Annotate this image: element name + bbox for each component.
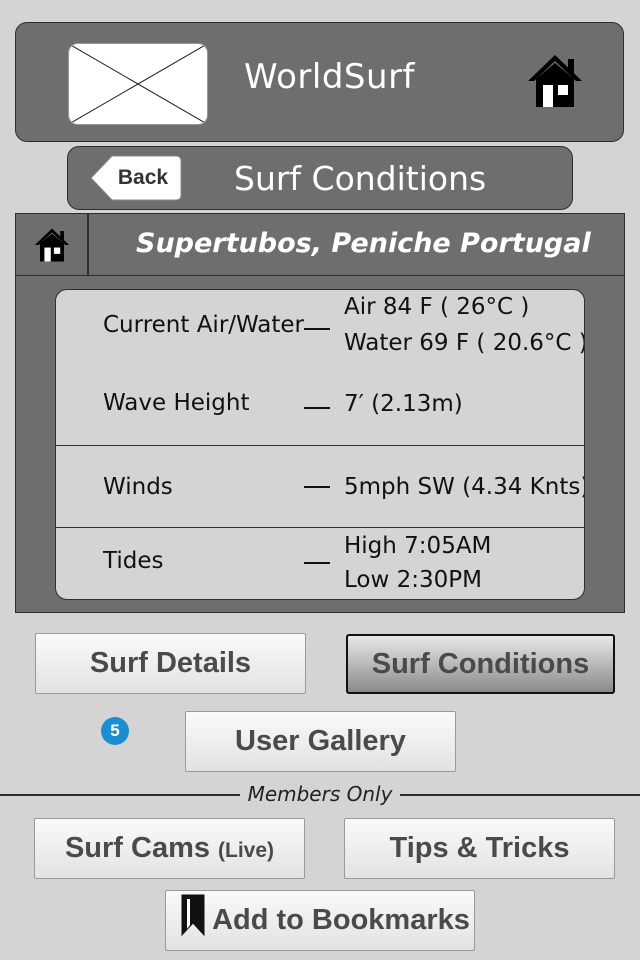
members-only-label: Members Only: [247, 782, 393, 806]
wave-height-label: Wave Height: [103, 390, 250, 416]
tips-tricks-button[interactable]: Tips & Tricks: [344, 818, 615, 879]
page-title: Surf Conditions: [234, 159, 487, 198]
surf-cams-label: Surf Cams: [64, 832, 211, 864]
tides-label: Tides: [103, 548, 164, 574]
dash-divider: [304, 486, 330, 488]
winds-value: 5mph SW (4.34 Knts): [344, 474, 585, 500]
location-panel: Supertubos, Peniche Portugal Current Air…: [15, 213, 625, 613]
surf-conditions-button[interactable]: Surf Conditions: [346, 634, 615, 694]
dash-divider: [304, 562, 330, 564]
winds-label: Winds: [103, 474, 173, 500]
dash-divider: [304, 407, 330, 409]
surf-details-button[interactable]: Surf Details: [35, 633, 306, 694]
user-gallery-button[interactable]: User Gallery: [185, 711, 456, 772]
members-divider-left: [0, 794, 240, 796]
section-header: Back Surf Conditions: [67, 146, 573, 210]
app-title: WorldSurf: [244, 57, 416, 97]
tide-low-value: Low 2:30PM: [344, 567, 482, 593]
air-water-label: Current Air/Water: [103, 312, 305, 338]
add-bookmarks-button[interactable]: Add to Bookmarks: [165, 890, 475, 951]
winds-section: Winds 5mph SW (4.34 Knts): [56, 446, 584, 528]
surf-cams-button[interactable]: Surf Cams (Live): [34, 818, 305, 879]
members-divider-right: [400, 794, 640, 796]
wave-height-value: 7′ (2.13m): [344, 391, 463, 417]
gallery-count-badge: 5: [101, 717, 129, 745]
water-temp-value: Water 69 F ( 20.6°C ): [344, 330, 585, 356]
tides-section: Tides High 7:05AM Low 2:30PM: [56, 528, 584, 599]
location-bar: Supertubos, Peniche Portugal: [16, 214, 624, 276]
bookmark-icon: [180, 893, 206, 945]
conditions-card: Current Air/Water Air 84 F ( 26°C ) Wate…: [55, 289, 585, 600]
back-label: Back: [117, 166, 169, 189]
surf-cams-live-note: (Live): [218, 838, 275, 862]
air-wave-section: Current Air/Water Air 84 F ( 26°C ) Wate…: [56, 290, 584, 446]
air-temp-value: Air 84 F ( 26°C ): [344, 294, 530, 320]
logo-placeholder-icon: [68, 43, 208, 125]
dash-divider: [304, 328, 330, 330]
home-icon[interactable]: [524, 51, 586, 111]
location-name: Supertubos, Peniche Portugal: [136, 228, 591, 259]
home-icon[interactable]: [16, 214, 89, 275]
app-header: WorldSurf: [15, 22, 624, 142]
add-bookmarks-label: Add to Bookmarks: [212, 904, 470, 936]
tide-high-value: High 7:05AM: [344, 533, 492, 559]
back-button[interactable]: Back: [90, 155, 182, 201]
